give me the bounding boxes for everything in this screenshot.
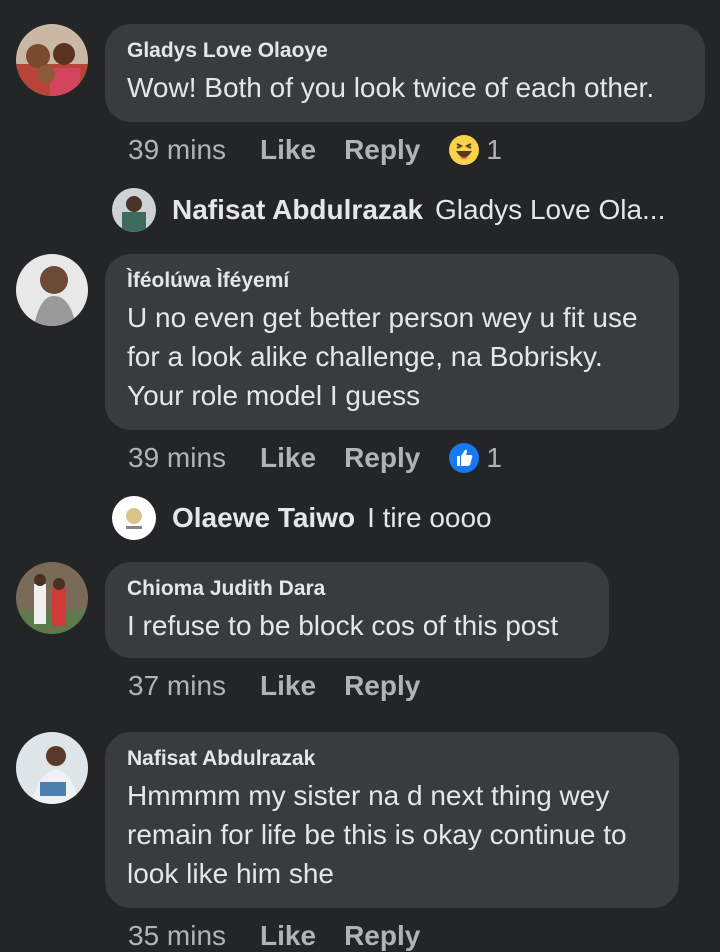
reply-button[interactable]: Reply — [344, 920, 420, 952]
like-button[interactable]: Like — [260, 442, 316, 474]
reply-author[interactable]: Nafisat Abdulrazak — [172, 194, 423, 226]
comment-author[interactable]: Nafisat Abdulrazak — [127, 746, 657, 772]
comment-meta: 37 mins Like Reply — [128, 670, 448, 702]
comment-text: Hmmmm my sister na d next thing wey rema… — [127, 776, 657, 893]
like-button[interactable]: Like — [260, 920, 316, 952]
reaction-count[interactable]: 1 — [448, 134, 502, 166]
comment-author[interactable]: Gladys Love Olaoye — [127, 38, 683, 64]
like-thumb-icon — [449, 443, 480, 473]
comment-text: I refuse to be block cos of this post — [127, 610, 559, 641]
comment-meta: 39 mins Like Reply 1 — [128, 442, 502, 474]
avatar-ifeoluwa[interactable] — [16, 254, 88, 326]
avatar-chioma[interactable] — [16, 562, 88, 634]
comment-line: remain for life be this is okay continue… — [127, 819, 627, 850]
reply-text: Gladys Love Ola... — [435, 194, 666, 225]
avatar-reply — [112, 188, 156, 232]
reply-author[interactable]: Olaewe Taiwo — [172, 502, 355, 534]
like-button[interactable]: Like — [260, 670, 316, 702]
comment-bubble: Chioma Judith Dara I refuse to be block … — [105, 562, 609, 658]
comment-bubble: Gladys Love Olaoye Wow! Both of you look… — [105, 24, 705, 122]
comment-line: for a look alike challenge, na Bobrisky. — [127, 341, 603, 372]
reply-preview[interactable]: Nafisat Abdulrazak Gladys Love Ola... — [112, 188, 665, 232]
comment-meta: 39 mins Like Reply 1 — [128, 134, 502, 166]
reaction-count-number: 1 — [486, 134, 502, 165]
avatar-nafisat[interactable] — [16, 732, 88, 804]
comment-text: Wow! Both of you look twice of each othe… — [127, 72, 655, 103]
reply-button[interactable]: Reply — [344, 442, 420, 474]
comment-time[interactable]: 39 mins — [128, 442, 226, 474]
like-button[interactable]: Like — [260, 134, 316, 166]
comment-bubble: Ìféolúwa Ìféyemí U no even get better pe… — [105, 254, 679, 430]
comment-line: Hmmmm my sister na d next thing wey — [127, 780, 610, 811]
reaction-count[interactable]: 1 — [448, 442, 502, 474]
reply-preview[interactable]: Olaewe Taiwo I tire oooo — [112, 496, 492, 540]
comment-line: U no even get better person wey u fit us… — [127, 302, 638, 333]
comment-time[interactable]: 37 mins — [128, 670, 226, 702]
reaction-count-number: 1 — [486, 442, 502, 473]
comment-line: look like him she — [127, 858, 334, 889]
avatar-reply — [112, 496, 156, 540]
comment-meta: 35 mins Like Reply — [128, 920, 448, 952]
comment-author[interactable]: Ìféolúwa Ìféyemí — [127, 268, 657, 294]
comment-time[interactable]: 39 mins — [128, 134, 226, 166]
comment-author[interactable]: Chioma Judith Dara — [127, 576, 587, 602]
haha-emoji-icon — [449, 135, 480, 165]
comment-line: Your role model I guess — [127, 380, 421, 411]
comment-text: U no even get better person wey u fit us… — [127, 298, 657, 415]
reply-button[interactable]: Reply — [344, 670, 420, 702]
reply-button[interactable]: Reply — [344, 134, 420, 166]
reply-text: I tire oooo — [367, 502, 492, 533]
comment-bubble: Nafisat Abdulrazak Hmmmm my sister na d … — [105, 732, 679, 908]
comment-time[interactable]: 35 mins — [128, 920, 226, 952]
avatar-gladys[interactable] — [16, 24, 88, 96]
